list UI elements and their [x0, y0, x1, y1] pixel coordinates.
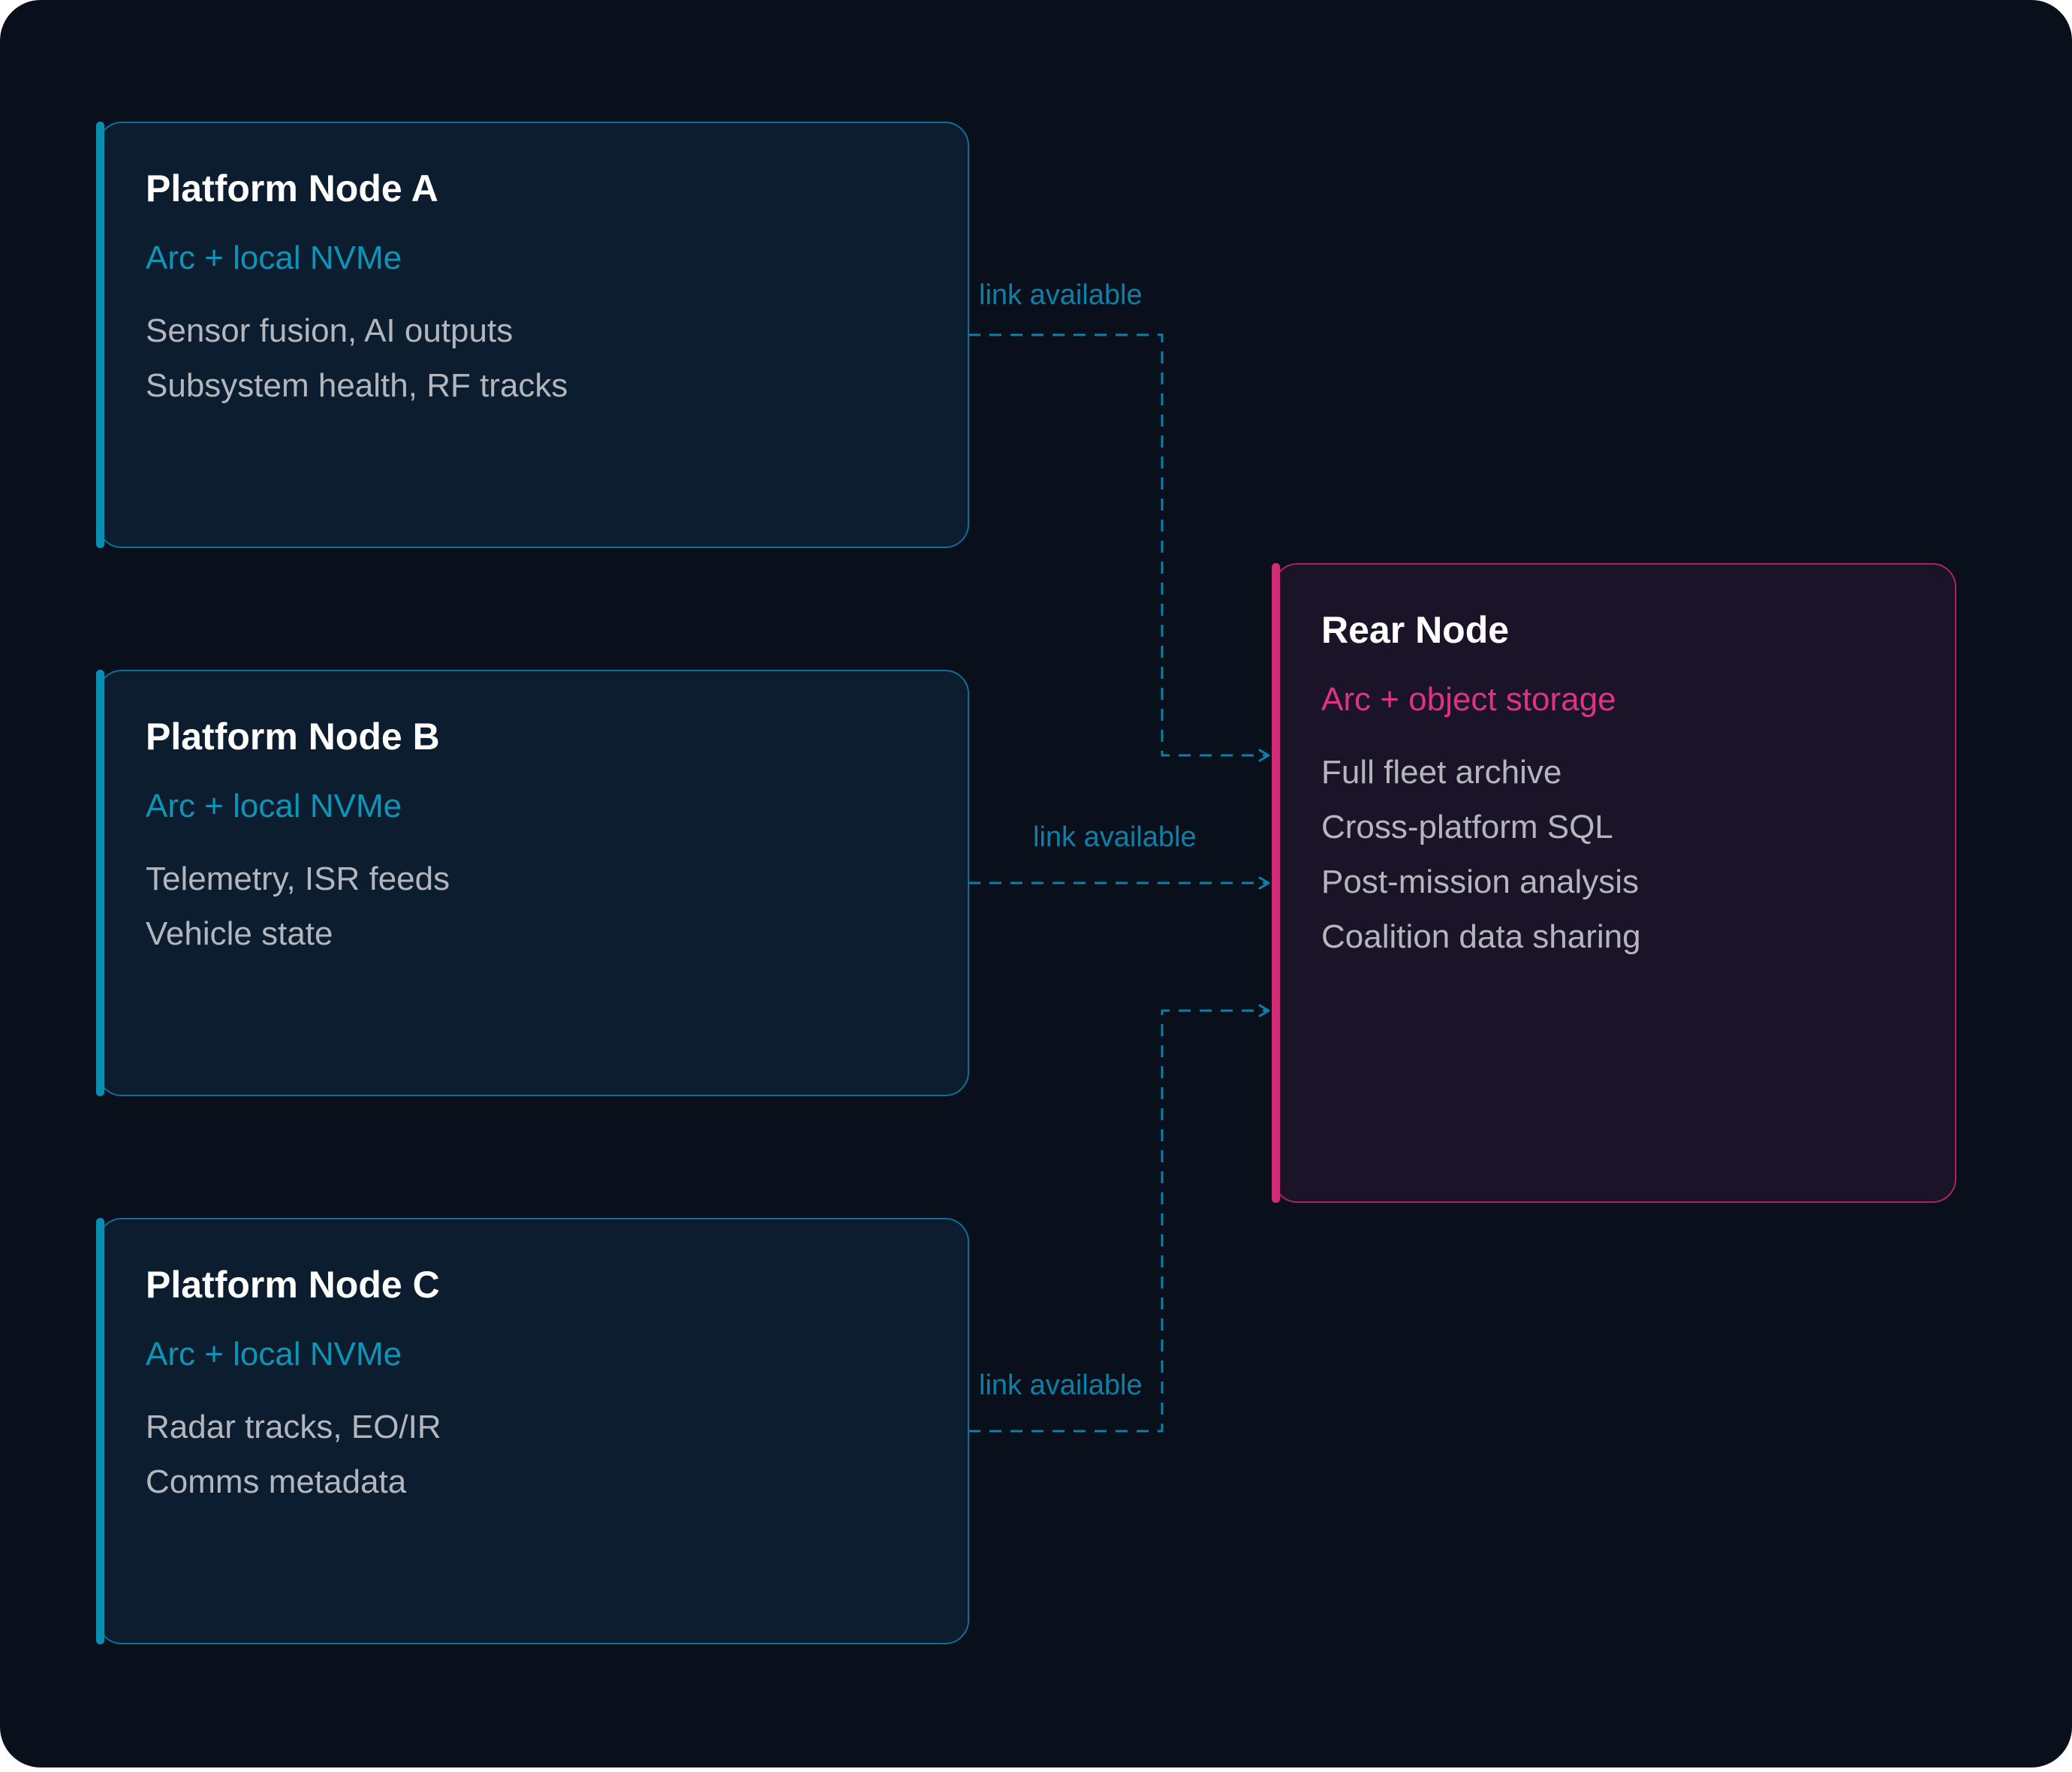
node-accent-bar [96, 670, 104, 1096]
node-detail-list: Full fleet archive Cross-platform SQL Po… [1321, 745, 1641, 964]
link-label-c: link available [979, 1370, 1143, 1401]
node-detail-line: Vehicle state [146, 915, 333, 952]
platform-node-c: Platform Node C Arc + local NVMe Radar t… [96, 1218, 969, 1644]
platform-node-a: Platform Node A Arc + local NVMe Sensor … [96, 122, 969, 548]
node-storage: Arc + local NVMe [146, 240, 402, 276]
node-detail-line: Radar tracks, EO/IR [146, 1409, 441, 1445]
link-c-line [968, 1009, 1267, 1433]
node-detail-line: Full fleet archive [1321, 754, 1562, 791]
link-label-a: link available [979, 279, 1143, 311]
link-a-line [968, 333, 1267, 757]
link-label-b: link available [1033, 821, 1197, 853]
node-storage: Arc + local NVMe [146, 1336, 402, 1373]
node-detail-list: Telemetry, ISR feeds Vehicle state [146, 851, 450, 961]
node-accent-bar [1272, 563, 1280, 1203]
platform-node-b: Platform Node B Arc + local NVMe Telemet… [96, 670, 969, 1096]
node-detail-line: Comms metadata [146, 1463, 407, 1500]
node-detail-line: Cross-platform SQL [1321, 809, 1613, 845]
rear-node: Rear Node Arc + object storage Full flee… [1272, 563, 1956, 1203]
node-detail-line: Coalition data sharing [1321, 918, 1641, 955]
node-storage: Arc + object storage [1321, 681, 1616, 718]
diagram-canvas: Platform Node A Arc + local NVMe Sensor … [0, 0, 2072, 1767]
node-detail-line: Post-mission analysis [1321, 863, 1640, 900]
node-storage: Arc + local NVMe [146, 788, 402, 824]
node-detail-line: Sensor fusion, AI outputs [146, 312, 513, 349]
node-accent-bar [96, 1218, 104, 1644]
node-title: Platform Node A [146, 167, 438, 209]
node-detail-list: Sensor fusion, AI outputs Subsystem heal… [146, 303, 568, 413]
node-detail-line: Subsystem health, RF tracks [146, 367, 568, 404]
node-accent-bar [96, 122, 104, 548]
node-detail-list: Radar tracks, EO/IR Comms metadata [146, 1400, 441, 1509]
node-title: Rear Node [1321, 609, 1510, 651]
node-detail-line: Telemetry, ISR feeds [146, 860, 450, 897]
node-title: Platform Node C [146, 1264, 440, 1306]
node-title: Platform Node B [146, 716, 440, 758]
